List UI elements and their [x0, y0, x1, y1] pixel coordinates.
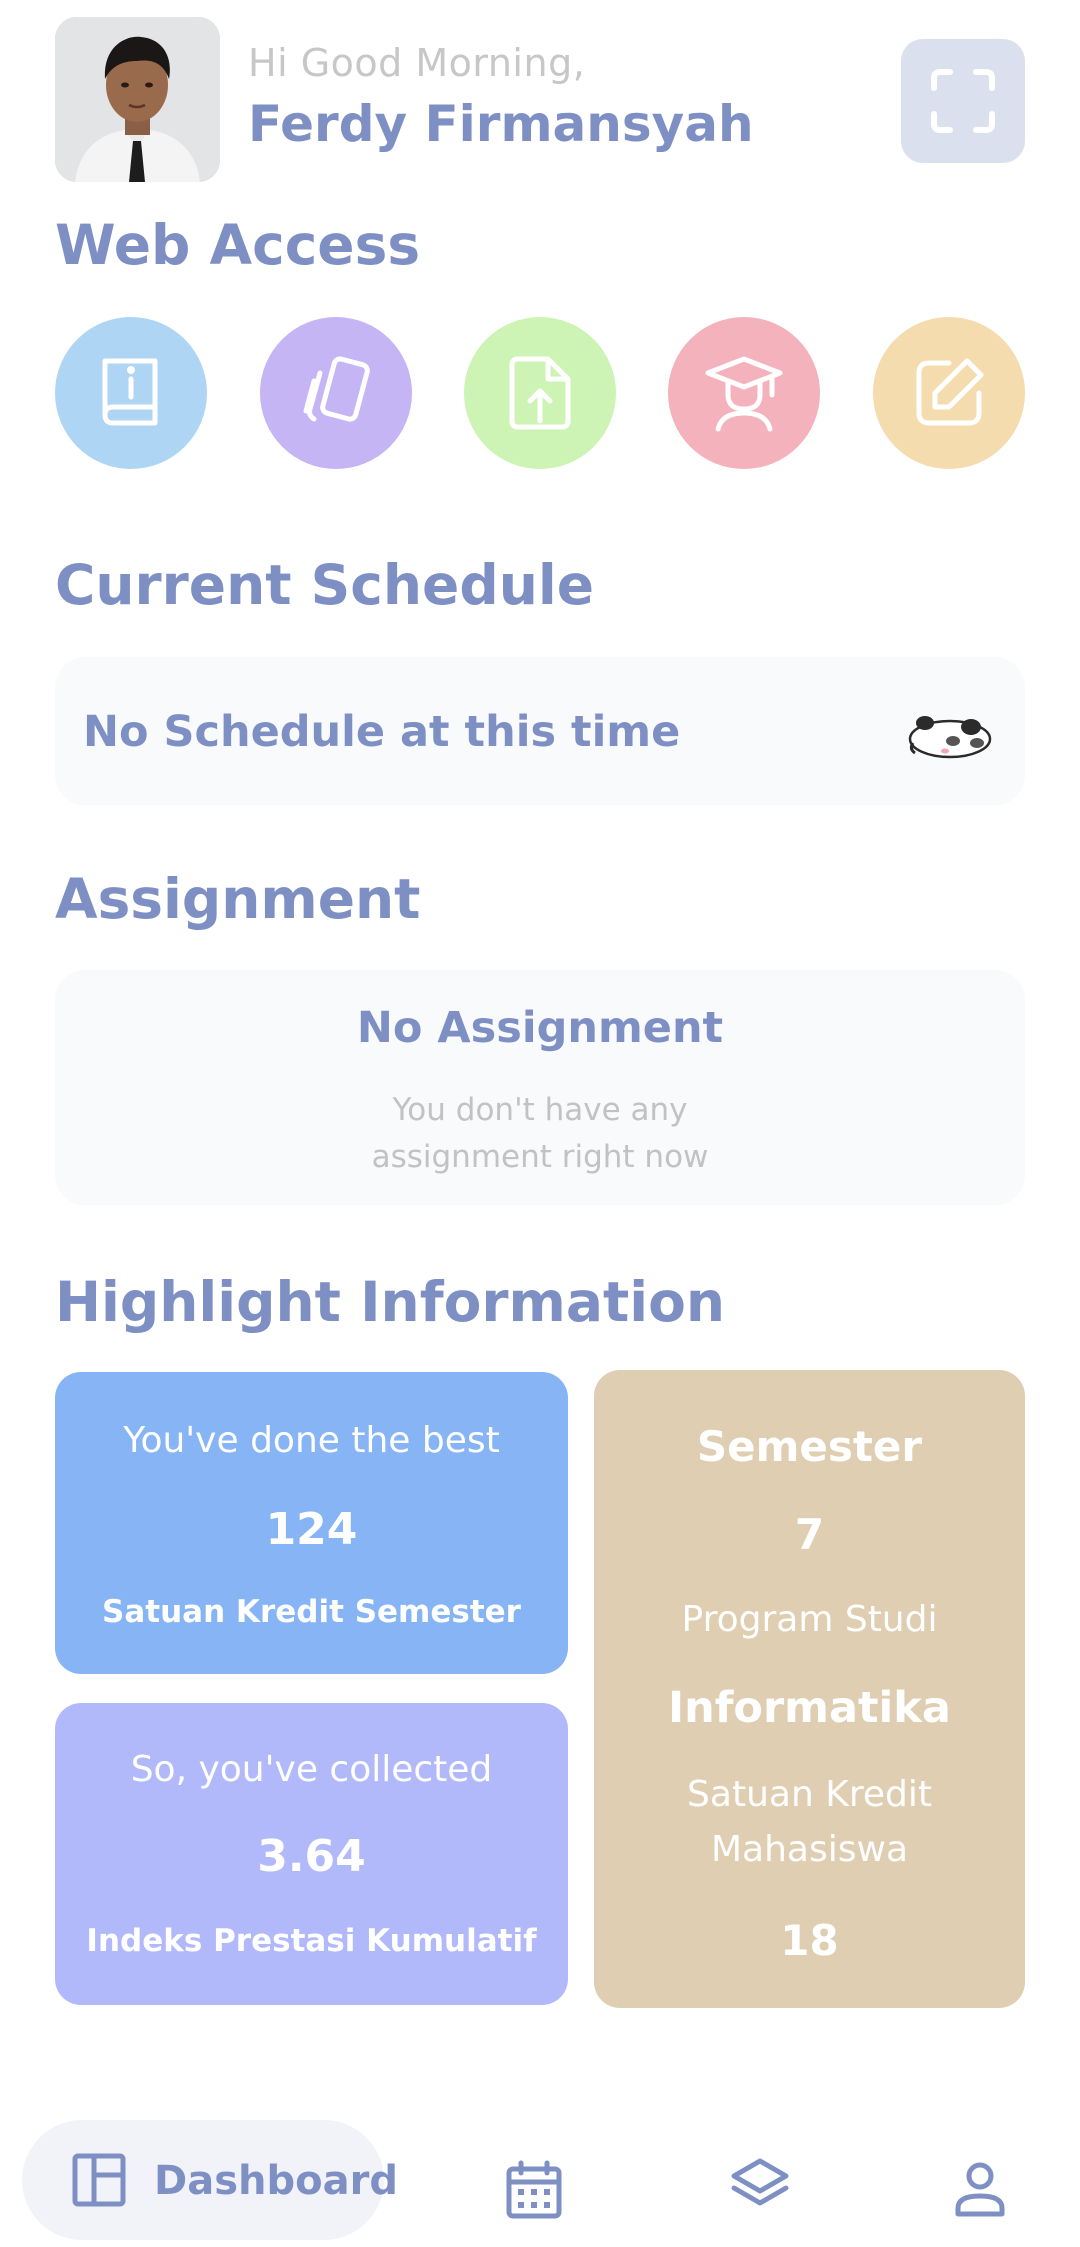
skm-label-line-2: Mahasiswa	[710, 1829, 908, 1870]
assignment-empty-subtitle: You don't have any assignment right now	[55, 1087, 1025, 1181]
ipk-value: 3.64	[257, 1831, 366, 1882]
program-studi-label: Program Studi	[681, 1599, 938, 1640]
nav-schedule-tab[interactable]	[494, 2120, 574, 2240]
ipk-label: Indeks Prestasi Kumulatif	[86, 1923, 537, 1959]
assignment-empty-line-1: You don't have any	[392, 1092, 688, 1128]
web-access-info-button[interactable]	[55, 317, 207, 469]
scan-button[interactable]	[901, 39, 1025, 163]
web-access-row	[55, 317, 1025, 469]
edit-icon	[916, 358, 984, 426]
semester-highlight-card: Semester 7 Program Studi Informatika Sat…	[594, 1370, 1025, 2008]
profile-icon	[955, 2162, 1005, 2217]
semester-label: Semester	[696, 1422, 923, 1471]
file-upload-icon	[509, 356, 571, 430]
web-access-cards-button[interactable]	[260, 317, 412, 469]
web-access-upload-button[interactable]	[464, 317, 616, 469]
current-schedule-title: Current Schedule	[55, 553, 595, 617]
ipk-caption: So, you've collected	[130, 1749, 493, 1790]
highlight-information-title: Highlight Information	[55, 1270, 726, 1334]
calendar-icon	[506, 2160, 562, 2219]
sks-value: 124	[265, 1504, 358, 1555]
greeting-text: Hi Good Morning,	[248, 41, 586, 85]
sks-highlight-card: You've done the best 124 Satuan Kredit S…	[55, 1372, 568, 1674]
web-access-title: Web Access	[55, 213, 421, 277]
sks-caption: You've done the best	[123, 1420, 500, 1461]
graduation-icon	[705, 356, 783, 432]
info-book-icon	[102, 358, 158, 426]
scan-icon	[931, 69, 995, 133]
sks-label: Satuan Kredit Semester	[102, 1594, 521, 1630]
semester-value: 7	[794, 1510, 825, 1559]
web-access-edit-button[interactable]	[873, 317, 1025, 469]
bottom-navigation: Dashboard	[0, 2110, 1080, 2247]
program-studi-value: Informatika	[668, 1683, 951, 1733]
assignment-card: No Assignment You don't have any assignm…	[55, 970, 1025, 1205]
layers-icon	[731, 2158, 789, 2206]
dashboard-icon	[72, 2153, 126, 2207]
schedule-card: No Schedule at this time	[55, 657, 1025, 805]
nav-profile-tab[interactable]	[940, 2120, 1020, 2240]
skm-value: 18	[780, 1916, 839, 1965]
schedule-empty-text: No Schedule at this time	[83, 707, 681, 757]
cards-icon	[303, 356, 370, 422]
nav-layers-tab[interactable]	[720, 2120, 800, 2240]
web-access-graduation-button[interactable]	[668, 317, 820, 469]
header: Hi Good Morning, Ferdy Firmansyah	[55, 17, 1025, 182]
avatar[interactable]	[55, 17, 220, 182]
nav-dashboard-label: Dashboard	[154, 2158, 398, 2204]
nav-dashboard-tab[interactable]: Dashboard	[22, 2120, 398, 2240]
assignment-empty-title: No Assignment	[356, 1003, 724, 1053]
assignment-title: Assignment	[55, 867, 421, 931]
assignment-empty-line-2: assignment right now	[371, 1139, 709, 1175]
ipk-highlight-card: So, you've collected 3.64 Indeks Prestas…	[55, 1703, 568, 2005]
skm-label-line-1: Satuan Kredit	[687, 1774, 932, 1815]
sleeping-panda-icon	[908, 716, 992, 759]
user-name: Ferdy Firmansyah	[248, 95, 754, 153]
